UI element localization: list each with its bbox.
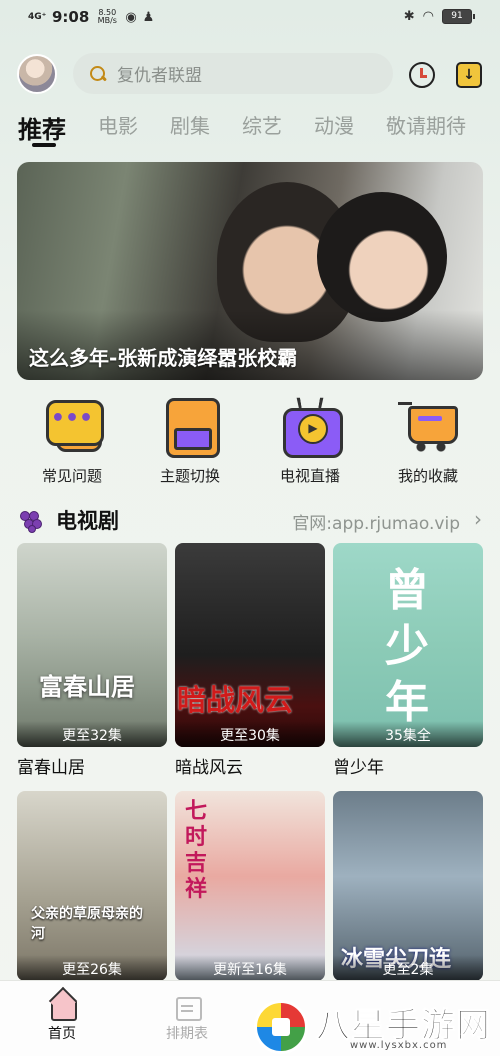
poster-card[interactable]: 父亲的草原母亲的河 更至26集 [17,791,167,981]
tab-recommend[interactable]: 推荐 [18,110,66,145]
battery-icon: 91 [442,9,475,24]
tab-movies[interactable]: 电影 [98,110,138,145]
faq-chat-icon [42,396,104,456]
quick-action-theme[interactable]: 主题切换 [140,396,240,486]
watermark-url: www.lysxbx.com [350,1040,448,1051]
poster-title: 富春山居 [17,758,85,778]
poster-card[interactable]: 富春山居 更至32集 富春山居 [17,543,167,778]
site-watermark: 八星手游网 www.lysxbx.com [250,996,500,1056]
tv-live-icon [280,396,343,458]
tab-variety[interactable]: 综艺 [242,110,282,145]
poster-image: 曾少年 35集全 [333,543,483,747]
featured-banner[interactable]: 这么多年-张新成演绎嚣张校霸 [17,162,483,380]
poster-card[interactable]: 暗战风云 更至30集 暗战风云 [175,543,325,778]
episode-badge: 更至26集 [17,955,167,981]
search-icon [89,65,107,83]
grape-icon [18,505,44,533]
theme-save-icon [160,396,220,458]
qq-icon: ♟ [142,9,155,25]
watermark-logo-icon [254,1000,308,1054]
quick-action-favorites[interactable]: 我的收藏 [378,396,478,486]
nav-label: 首页 [48,1026,76,1042]
quick-action-faq[interactable]: 常见问题 [22,396,122,486]
poster-art-text: 父亲的草原母亲的河 [31,906,143,942]
quick-action-label: 电视直播 [279,467,340,485]
quick-action-label: 主题切换 [159,467,220,485]
section-title: 电视剧 [56,509,119,533]
nav-schedule[interactable]: 排期表 [147,993,227,1043]
category-tabs: 推荐 电影 剧集 综艺 动漫 敬请期待 [18,110,498,145]
poster-image: 父亲的草原母亲的河 更至26集 [17,791,167,981]
quick-action-tv-live[interactable]: 电视直播 [260,396,360,486]
tab-indicator [32,143,56,147]
poster-title: 暗战风云 [175,758,243,778]
section-more-link[interactable]: 官网:app.rjumao.vip [292,509,460,534]
tab-series[interactable]: 剧集 [170,110,210,145]
poster-title: 曾少年 [333,758,384,778]
poster-image: 富春山居 更至32集 [17,543,167,747]
calendar-icon [174,993,202,1021]
clock: 9:08 [52,8,90,26]
network-speed: 8.50 MB/s [97,8,117,25]
status-bar: 4G⁺ 9:08 8.50 MB/s ◉ ♟ ✱ ◠ 91 [0,0,500,38]
poster-art-text: 曾少年 [385,565,429,728]
poster-card[interactable]: 曾少年 35集全 曾少年 [333,543,483,778]
nav-label: 排期表 [166,1026,208,1042]
episode-badge: 35集全 [333,721,483,747]
quick-action-label: 我的收藏 [397,467,458,485]
tab-anime[interactable]: 动漫 [314,110,354,145]
episode-badge: 更至30集 [175,721,325,747]
weibo-icon: ◉ [125,9,137,25]
poster-card[interactable]: 冰雪尖刀连 更至2集 [333,791,483,981]
history-icon[interactable] [409,62,435,88]
poster-image: 暗战风云 更至30集 [175,543,325,747]
poster-image: 冰雪尖刀连 更至2集 [333,791,483,981]
search-bar[interactable]: 复仇者联盟 [73,53,393,94]
home-icon [49,993,77,1021]
poster-art-text: 七时吉祥 [185,799,208,902]
signal-indicator: 4G⁺ [28,11,47,22]
avatar[interactable] [17,54,57,94]
nav-home[interactable]: 首页 [22,993,102,1043]
poster-image: 七时吉祥 更新至16集 [175,791,325,981]
bluetooth-icon: ✱ [403,9,415,24]
search-placeholder: 复仇者联盟 [117,66,202,86]
poster-card[interactable]: 七时吉祥 更新至16集 [175,791,325,981]
episode-badge: 更至32集 [17,721,167,747]
download-icon[interactable]: ↓ [456,62,482,88]
poster-art-text: 暗战风云 [177,683,294,717]
episode-badge: 更新至16集 [175,955,325,981]
quick-action-label: 常见问题 [41,467,102,485]
chevron-right-icon[interactable]: › [474,507,482,531]
banner-title: 这么多年-张新成演绎嚣张校霸 [29,346,298,370]
favorites-cart-icon [398,396,458,456]
episode-badge: 更至2集 [333,955,483,981]
poster-art-text: 富春山居 [39,673,135,701]
banner-image-secondary [317,192,447,322]
wifi-icon: ◠ [422,9,434,24]
tab-coming-soon[interactable]: 敬请期待 [386,110,466,145]
